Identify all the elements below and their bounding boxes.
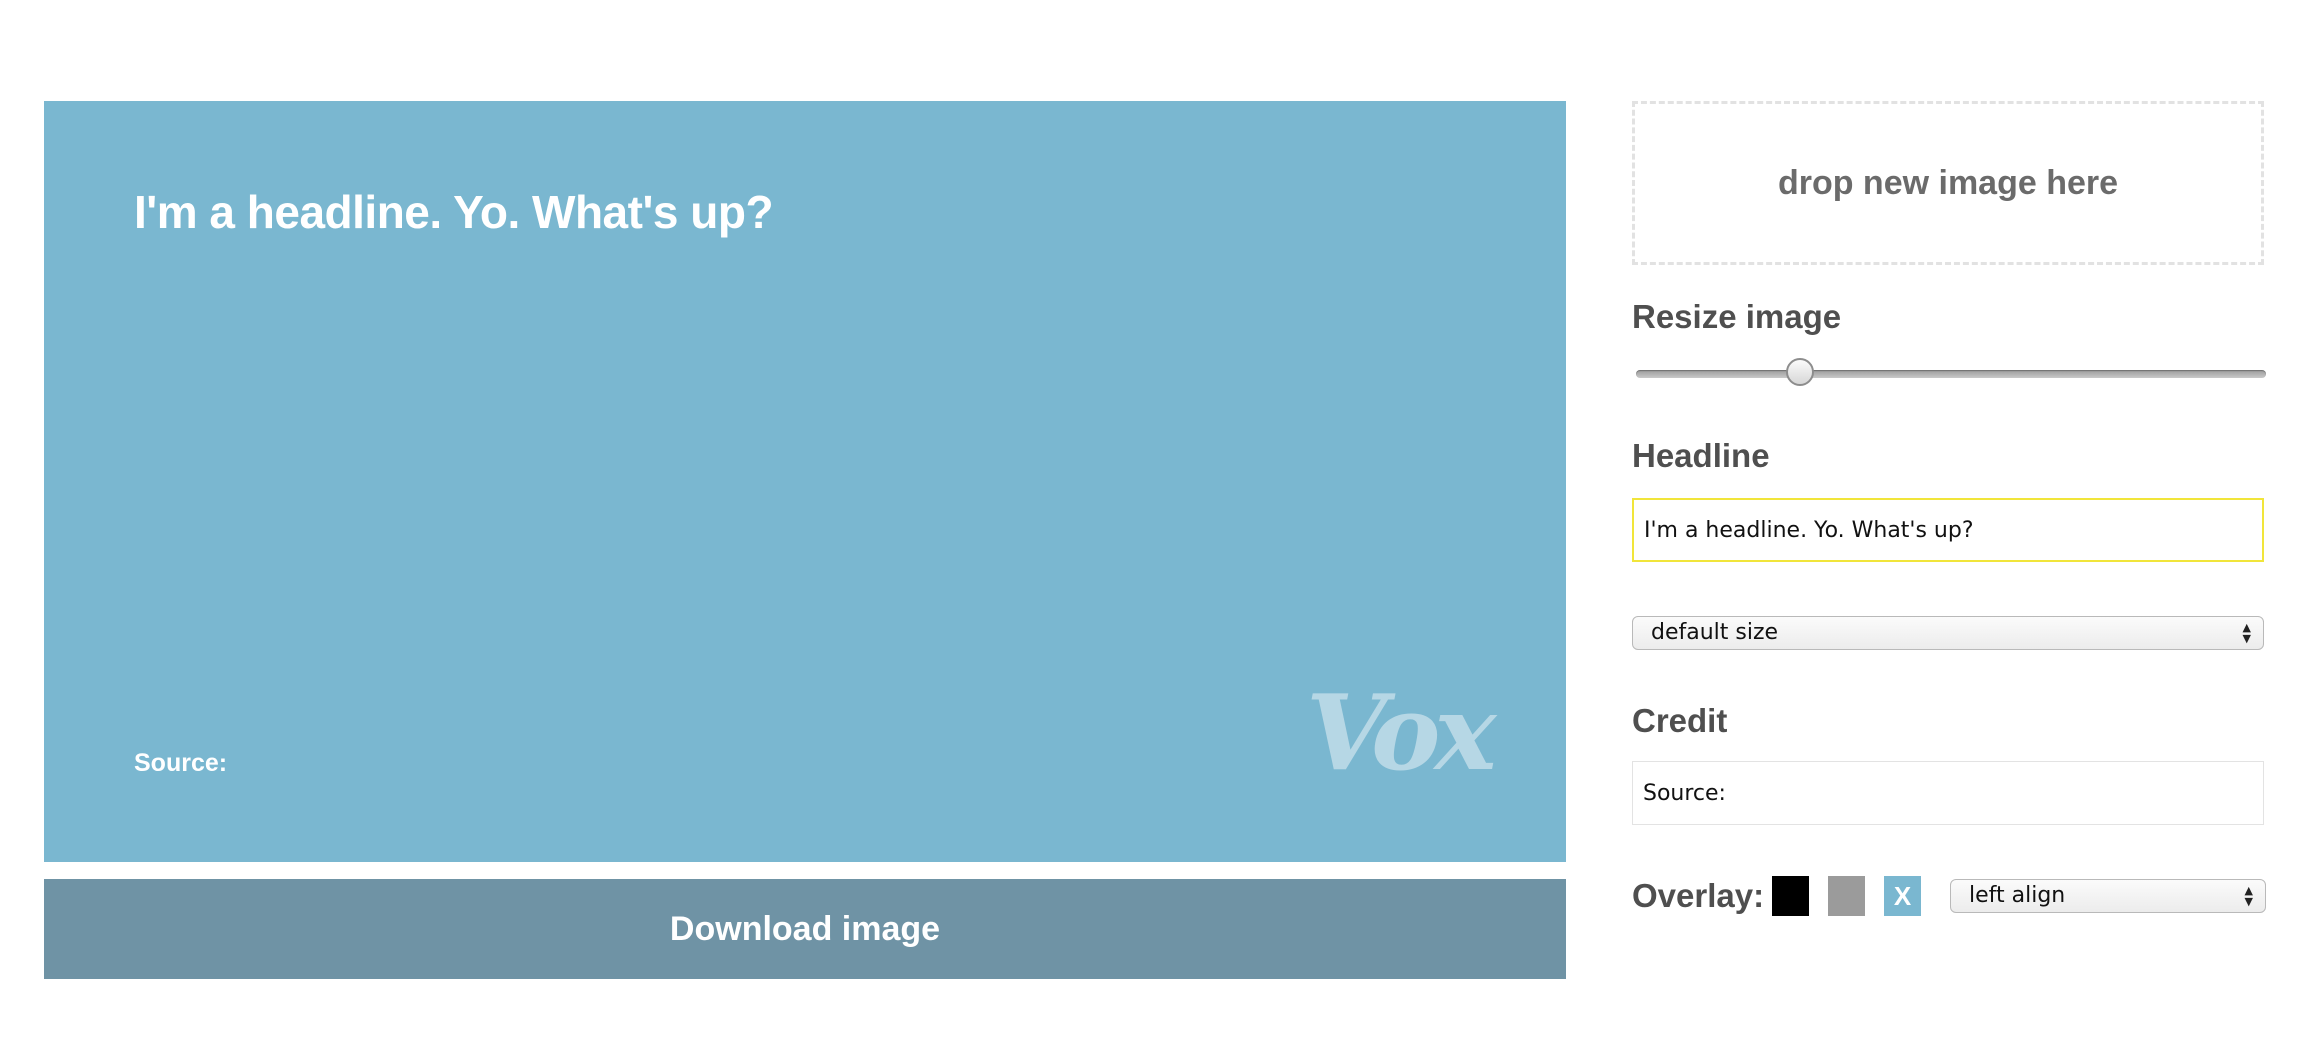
overlay-label: Overlay: — [1632, 877, 1765, 914]
headline-label: Headline — [1632, 437, 1770, 474]
slider-thumb[interactable] — [1785, 358, 1814, 386]
updown-arrows-icon: ▲ ▼ — [2242, 621, 2251, 645]
resize-image-slider[interactable] — [1636, 358, 2266, 386]
canvas-headline: I'm a headline. Yo. What's up? — [134, 186, 774, 238]
credit-input[interactable] — [1632, 761, 2264, 825]
overlay-none-swatch[interactable]: X — [1884, 876, 1921, 916]
vox-logo: Vox — [1306, 671, 1496, 794]
resize-image-label: Resize image — [1632, 298, 1842, 335]
download-image-button[interactable]: Download image — [44, 879, 1566, 979]
headline-size-select[interactable]: default size ▲ ▼ — [1632, 616, 2264, 650]
text-align-select[interactable]: left align ▲ ▼ — [1950, 879, 2266, 913]
canvas-credit: Source: — [134, 749, 228, 777]
slider-track[interactable] — [1636, 370, 2266, 378]
image-preview-canvas: I'm a headline. Yo. What's up? Source: V… — [44, 101, 1566, 862]
updown-arrows-icon: ▲ ▼ — [2244, 884, 2253, 908]
image-dropzone[interactable]: drop new image here — [1632, 101, 2264, 265]
size-select-value: default size — [1651, 620, 1779, 645]
page: I'm a headline. Yo. What's up? Source: V… — [0, 0, 2302, 1044]
align-select-value: left align — [1969, 883, 2066, 908]
overlay-gray-swatch[interactable] — [1828, 876, 1865, 916]
headline-input[interactable] — [1632, 498, 2264, 562]
dropzone-label: drop new image here — [1777, 163, 2119, 202]
credit-label: Credit — [1632, 702, 1728, 739]
overlay-black-swatch[interactable] — [1772, 876, 1809, 916]
